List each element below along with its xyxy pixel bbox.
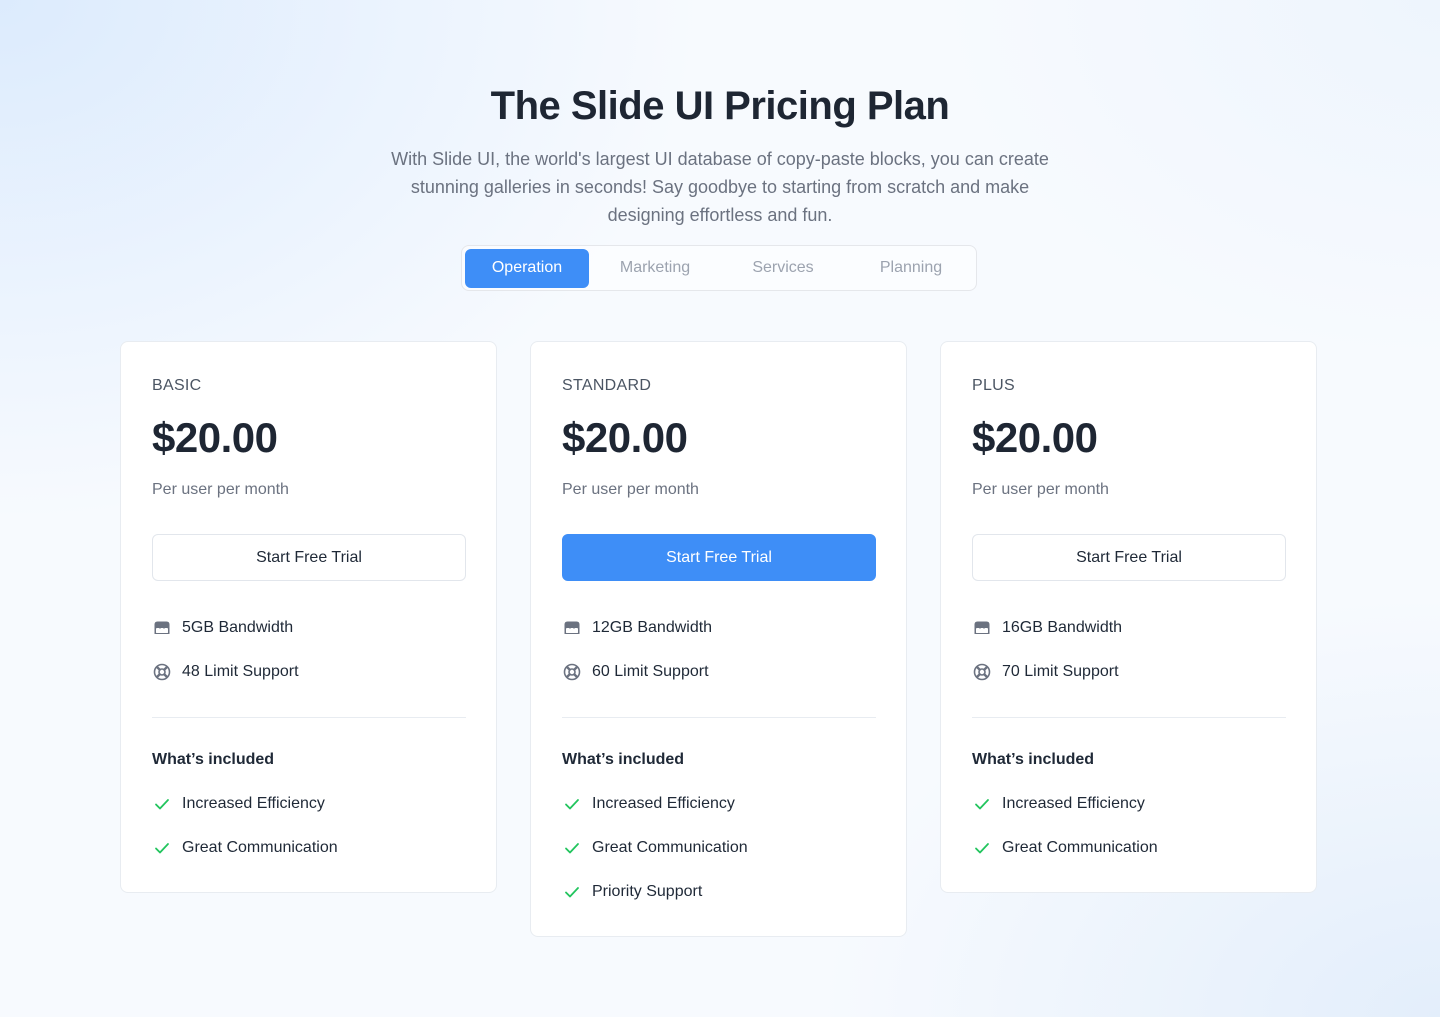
tab-operation[interactable]: Operation [465,248,589,288]
included-item: Increased Efficiency [152,793,325,815]
tab-services[interactable]: Services [721,249,845,288]
included-item: Great Communication [972,837,1158,859]
feature-bandwidth: 16GB Bandwidth [972,617,1122,639]
tab-planning[interactable]: Planning [849,249,973,288]
plan-card-basic: BASIC $20.00 Per user per month Start Fr… [120,341,497,893]
included-label: Increased Efficiency [1002,795,1145,812]
included-label: Great Communication [1002,839,1158,856]
bandwidth-icon [562,618,582,638]
plan-price: $20.00 [562,414,688,461]
plan-card-plus: PLUS $20.00 Per user per month Start Fre… [940,341,1317,893]
check-icon [972,794,992,814]
support-icon [562,662,582,682]
page-subtitle: With Slide UI, the world's largest UI da… [391,149,1049,225]
feature-label: 5GB Bandwidth [182,619,294,636]
start-free-trial-button[interactable]: Start Free Trial [152,534,466,581]
plan-period: Per user per month [972,481,1109,498]
included-item: Great Communication [562,837,748,859]
check-icon [562,838,582,858]
bandwidth-icon [972,618,992,638]
start-free-trial-button[interactable]: Start Free Trial [562,534,876,581]
included-label: Increased Efficiency [592,795,735,812]
feature-label: 12GB Bandwidth [592,619,713,636]
plan-price: $20.00 [972,414,1098,461]
bandwidth-icon [152,618,172,638]
included-item: Priority Support [562,881,702,903]
feature-bandwidth: 5GB Bandwidth [152,617,293,639]
category-tabs: Operation Marketing Services Planning [461,245,977,291]
included-label: Increased Efficiency [182,795,325,812]
feature-label: 70 Limit Support [1002,663,1119,680]
included-label: Priority Support [592,883,703,900]
plan-period: Per user per month [152,481,289,498]
check-icon [562,882,582,902]
feature-label: 16GB Bandwidth [1002,619,1123,636]
included-label: Great Communication [182,839,338,856]
support-icon [152,662,172,682]
feature-label: 60 Limit Support [592,663,709,680]
feature-support: 60 Limit Support [562,661,709,683]
check-icon [152,794,172,814]
tab-marketing[interactable]: Marketing [593,249,717,288]
check-icon [972,838,992,858]
included-item: Increased Efficiency [972,793,1145,815]
plan-period: Per user per month [562,481,699,498]
feature-support: 48 Limit Support [152,661,299,683]
plan-name: BASIC [152,377,202,394]
included-title: What’s included [972,751,1095,768]
plan-price: $20.00 [152,414,278,461]
divider [152,717,466,718]
plan-card-standard: STANDARD $20.00 Per user per month Start… [530,341,907,937]
feature-support: 70 Limit Support [972,661,1119,683]
feature-bandwidth: 12GB Bandwidth [562,617,712,639]
feature-label: 48 Limit Support [182,663,299,680]
included-title: What’s included [562,751,685,768]
divider [972,717,1286,718]
included-item: Increased Efficiency [562,793,735,815]
plan-name: PLUS [972,377,1015,394]
page-title: The Slide UI Pricing Plan [490,84,950,128]
included-item: Great Communication [152,837,338,859]
start-free-trial-button[interactable]: Start Free Trial [972,534,1286,581]
plan-name: STANDARD [562,377,652,394]
included-label: Great Communication [592,839,748,856]
support-icon [972,662,992,682]
check-icon [562,794,582,814]
included-title: What’s included [152,751,275,768]
divider [562,717,876,718]
check-icon [152,838,172,858]
